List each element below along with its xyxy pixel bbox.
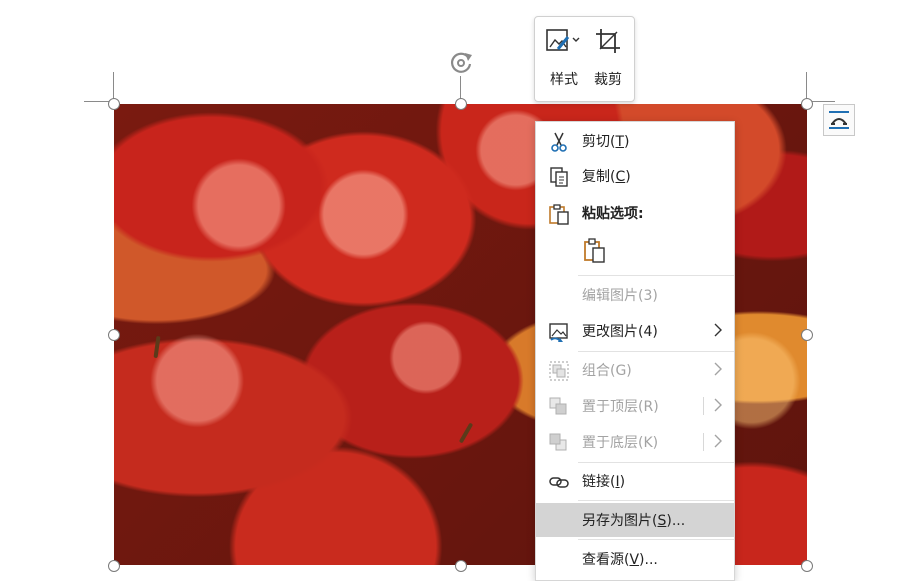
menu-separator [578, 351, 734, 352]
split-divider [703, 433, 704, 451]
send-back-icon [549, 433, 567, 451]
menu-label: 链接( [582, 474, 616, 490]
menu-item-paste-options: 粘贴选项: [536, 196, 734, 230]
resize-handle-bottom-left[interactable] [108, 560, 120, 572]
menu-item-group: 组合(G) [536, 353, 734, 387]
split-divider [703, 397, 704, 415]
paste-keep-button[interactable] [582, 237, 608, 265]
crop-button[interactable]: 裁剪 [587, 25, 629, 95]
menu-item-change-picture[interactable]: 更改图片(4) [536, 314, 734, 348]
menu-label-tail: ) [624, 134, 630, 150]
menu-label-tail: ) [625, 169, 631, 185]
menu-label: 另存为图片( [582, 513, 658, 529]
menu-item-save-as-picture[interactable]: 另存为图片(S)... [536, 503, 734, 537]
resize-handle-bottom-right[interactable] [801, 560, 813, 572]
menu-label-tail: )... [639, 552, 658, 568]
menu-label: 编辑图片(3) [582, 288, 658, 304]
resize-handle-bottom[interactable] [455, 560, 467, 572]
menu-item-edit-picture: 编辑图片(3) [536, 278, 734, 312]
style-label: 样式 [550, 72, 578, 88]
menu-item-copy[interactable]: 复制(C) [536, 159, 734, 193]
menu-label: 粘贴选项: [582, 206, 644, 222]
menu-label: 置于底层(K) [582, 435, 659, 451]
change-picture-icon [549, 323, 568, 342]
menu-label: 查看源( [582, 552, 630, 568]
menu-separator [578, 500, 734, 501]
menu-item-view-source[interactable]: 查看源(V)... [536, 542, 734, 576]
crop-icon [596, 29, 620, 53]
menu-separator [578, 462, 734, 463]
mini-toolbar: 样式 裁剪 [534, 16, 635, 102]
chevron-right-icon [714, 434, 722, 448]
scissors-icon [551, 132, 567, 152]
paste-keep-icon [584, 238, 605, 263]
context-menu: 剪切(T) 复制(C) 粘贴选项: 编辑图片(3) 更改图片(4) 组合(G) … [535, 121, 735, 581]
bring-front-icon [549, 397, 567, 415]
menu-label: 更改图片(4) [582, 324, 658, 340]
menu-separator [578, 275, 734, 276]
menu-label: 置于顶层(R) [582, 399, 659, 415]
resize-handle-right[interactable] [801, 329, 813, 341]
apple-stem [458, 422, 474, 444]
layout-options-icon [829, 111, 849, 129]
copy-icon [550, 167, 568, 187]
menu-label: 组合(G) [582, 363, 632, 379]
menu-item-bring-to-front: 置于顶层(R) [536, 389, 734, 423]
rotate-icon[interactable] [446, 48, 476, 78]
picture-style-button[interactable]: 样式 [543, 25, 585, 95]
resize-handle-top-left[interactable] [108, 98, 120, 110]
menu-accelerator: V [629, 552, 640, 568]
layout-options-button[interactable] [823, 104, 855, 136]
menu-separator [578, 539, 734, 540]
menu-item-cut[interactable]: 剪切(T) [536, 124, 734, 158]
resize-handle-top[interactable] [455, 98, 467, 110]
clipboard-icon [549, 204, 569, 225]
resize-handle-left[interactable] [108, 329, 120, 341]
menu-label: 剪切( [582, 134, 616, 150]
menu-accelerator: T [615, 134, 625, 150]
menu-label-tail: )... [666, 513, 686, 529]
group-icon [549, 361, 569, 381]
menu-item-send-to-back: 置于底层(K) [536, 425, 734, 459]
menu-item-link[interactable]: 链接(I) [536, 464, 734, 498]
chevron-right-icon [714, 398, 722, 412]
chevron-right-icon [714, 362, 722, 376]
crop-label: 裁剪 [594, 72, 622, 88]
chevron-right-icon [714, 323, 722, 337]
menu-accelerator: C [615, 169, 626, 185]
resize-handle-top-right[interactable] [801, 98, 813, 110]
link-icon [549, 477, 569, 488]
menu-label-tail: ) [619, 474, 626, 490]
picture-style-icon [546, 29, 580, 51]
menu-label: 复制( [582, 169, 616, 185]
apple-stem [153, 335, 161, 359]
